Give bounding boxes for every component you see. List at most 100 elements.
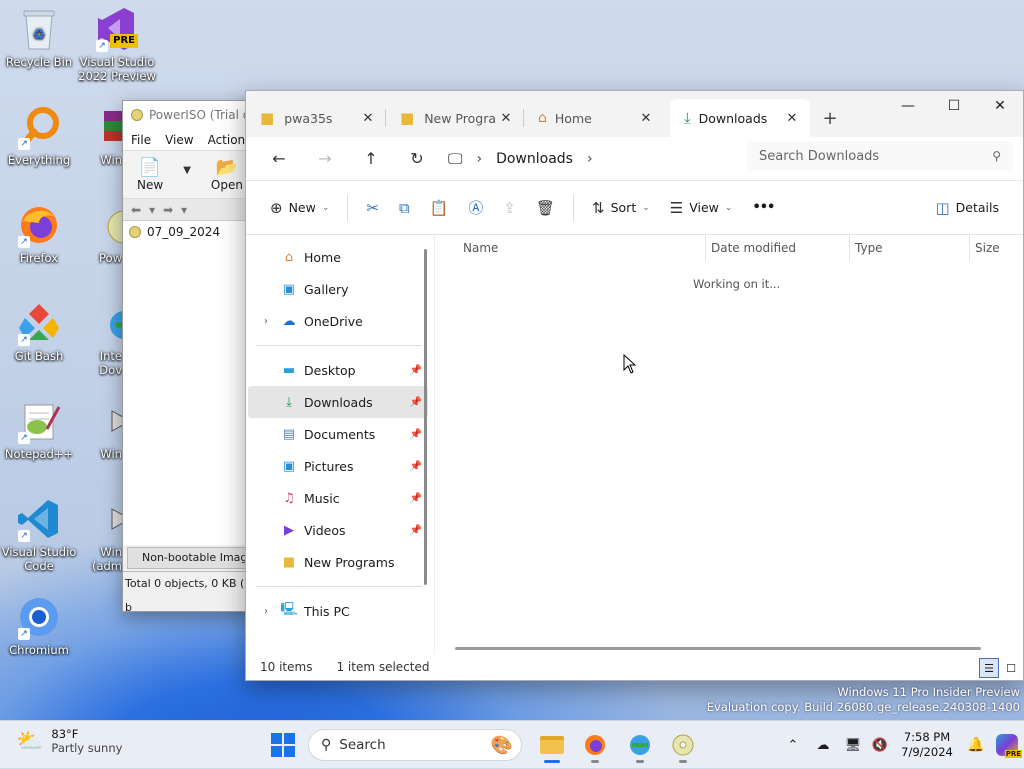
nav-item-gallery[interactable]: ▣ Gallery [248,273,428,305]
desktop-icon-partial[interactable]: Win [78,398,122,461]
desktop-icon-everything[interactable]: ↗ Everything [0,104,78,167]
chevron-right-icon[interactable]: › [264,606,280,617]
file-explorer-window[interactable]: ■ pwa35s ✕ ■ New Progra ✕ ⌂ Home ✕ ⤓ Dow… [245,90,1024,681]
column-name[interactable]: Name [463,241,498,255]
desktop-icon-git-bash[interactable]: ↗ Git Bash [0,300,78,363]
close-tab-icon[interactable]: ✕ [638,111,654,126]
new-button[interactable]: ⊕ New ⌄ [260,191,339,225]
nav-item-videos[interactable]: ▶ Videos 📌 [248,514,428,546]
nav-item-new-programs[interactable]: ■ New Programs [248,546,428,578]
taskbar-search[interactable]: ⚲ Search 🎨 [308,729,522,761]
chevron-up-icon[interactable]: ⌃ [778,738,808,753]
share-button[interactable]: ⇪ [493,191,526,225]
nav-item-music[interactable]: ♫ Music 📌 [248,482,428,514]
maximize-icon[interactable]: ☐ [931,91,977,121]
chevron-right-icon[interactable]: › [264,316,280,327]
poweriso-title-bar[interactable]: PowerISO (Trial co [123,101,261,129]
paste-button[interactable]: 📋 [420,191,459,225]
horizontal-scrollbar[interactable] [455,647,981,650]
onedrive-icon[interactable]: ☁ [808,738,838,753]
back-icon[interactable]: ⬅ [131,203,141,217]
desktop-icon-visual-studio-preview[interactable]: PRE ↗ Visual Studio 2022 Preview [78,6,156,83]
taskbar-firefox[interactable] [579,729,611,763]
desktop-icon-vscode[interactable]: ↗ Visual Studio Code [0,496,78,573]
tab-new-programs[interactable]: ■ New Progra ✕ [386,99,524,137]
notification-bell-icon[interactable]: 🔔 [962,737,990,753]
menu-view[interactable]: View [165,133,193,147]
close-tab-icon[interactable]: ✕ [784,111,800,126]
nav-scrollbar[interactable] [424,249,427,585]
search-box[interactable]: Search Downloads ⚲ [747,141,1013,171]
copy-button[interactable]: ⧉ [389,191,420,225]
nav-item-onedrive[interactable]: › ☁ OneDrive [248,305,428,337]
tree-item[interactable]: 07_09_2024 [129,225,255,239]
column-size[interactable]: Size [975,241,1000,255]
cut-button[interactable]: ✂ [356,191,389,225]
copilot-icon[interactable]: PRE [990,730,1024,760]
desktop-icon-firefox[interactable]: ↗ Firefox [0,202,78,265]
poweriso-window[interactable]: PowerISO (Trial co File View Action 📄 New… [122,100,262,614]
cloud-icon: ☁ [282,313,296,329]
desktop-icon-notepadpp[interactable]: ↗ Notepad++ [0,398,78,461]
nav-label: Home [304,249,341,265]
poweriso-new-button[interactable]: 📄 New [137,157,163,192]
music-icon: ♫ [283,490,295,506]
dropdown-icon[interactable]: ▾ [149,203,155,217]
weather-widget[interactable]: ⛅ 83°F Partly sunny [16,727,122,755]
nav-item-this-pc[interactable]: › 🖳 This PC [248,595,428,627]
menu-action[interactable]: Action [208,133,246,147]
desktop-icon-recycle-bin[interactable]: ♻ Recycle Bin [0,6,78,69]
breadcrumb[interactable]: 🖵 › Downloads › [448,150,593,168]
breadcrumb-downloads[interactable]: Downloads [496,151,573,167]
nav-item-documents[interactable]: ▤ Documents 📌 [248,418,428,450]
forward-icon[interactable]: ➡ [163,203,173,217]
refresh-button[interactable]: ↻ [394,143,440,175]
up-button[interactable]: ↑ [348,143,394,175]
delete-button[interactable]: 🗑 [526,191,565,225]
close-icon[interactable]: ✕ [977,91,1023,121]
more-options-button[interactable]: ••• [742,191,784,225]
gallery-icon: ▣ [282,281,296,297]
desktop-icon-partial[interactable]: Pow [78,202,122,265]
back-button[interactable]: ← [256,143,302,175]
start-button[interactable] [271,733,295,757]
desktop-icon-partial[interactable]: Win [78,104,122,167]
forward-button[interactable]: → [302,143,348,175]
poweriso-open-button[interactable]: 📂 Open [211,157,243,192]
column-type[interactable]: Type [855,241,883,255]
nav-item-desktop[interactable]: ▬ Desktop 📌 [248,354,428,386]
desktop-icon-partial[interactable]: Inte Dov [78,300,122,377]
details-view-icon[interactable]: ☰ [979,658,999,678]
file-list[interactable]: Name Date modified Type Size Working on … [434,235,1023,654]
close-tab-icon[interactable]: ✕ [360,111,376,126]
tab-pwa35s[interactable]: ■ pwa35s ✕ [246,99,386,137]
dropdown-icon[interactable]: ▾ [181,203,187,217]
menu-file[interactable]: File [131,133,151,147]
view-button[interactable]: ☰ View ⌄ [660,191,743,225]
desktop-icon-chromium[interactable]: ↗ Chromium [0,594,78,657]
close-tab-icon[interactable]: ✕ [498,111,514,126]
desktop-icon-partial[interactable]: Win (adm [78,496,122,573]
taskbar-poweriso[interactable] [667,729,699,763]
dropdown-arrow-icon[interactable]: ▼ [183,165,191,192]
new-tab-button[interactable]: + [810,99,850,137]
nav-item-downloads[interactable]: ⤓ Downloads 📌 [248,386,428,418]
poweriso-tree: 07_09_2024 [123,221,261,545]
tab-home[interactable]: ⌂ Home ✕ [524,99,664,137]
column-date-modified[interactable]: Date modified [711,241,796,255]
taskbar-file-explorer[interactable] [536,729,568,763]
taskbar-internet-download[interactable] [624,729,656,763]
search-icon: ⚲ [992,149,1001,163]
visual-studio-icon: PRE ↗ [94,6,140,52]
tab-downloads[interactable]: ⤓ Downloads ✕ [670,99,810,137]
minimize-icon[interactable]: — [885,91,931,121]
tiles-view-icon[interactable]: ☐ [1001,658,1021,678]
sort-button[interactable]: ⇅ Sort ⌄ [582,191,660,225]
network-icon[interactable]: 🖥 [838,738,868,753]
details-button[interactable]: ◫ Details [925,191,1009,225]
nav-item-home[interactable]: ⌂ Home [248,241,428,273]
nav-item-pictures[interactable]: ▣ Pictures 📌 [248,450,428,482]
rename-button[interactable]: Ⓐ [458,191,493,225]
clock[interactable]: 7:58 PM 7/9/2024 [892,730,962,760]
volume-icon[interactable]: 🔇 [868,738,892,753]
